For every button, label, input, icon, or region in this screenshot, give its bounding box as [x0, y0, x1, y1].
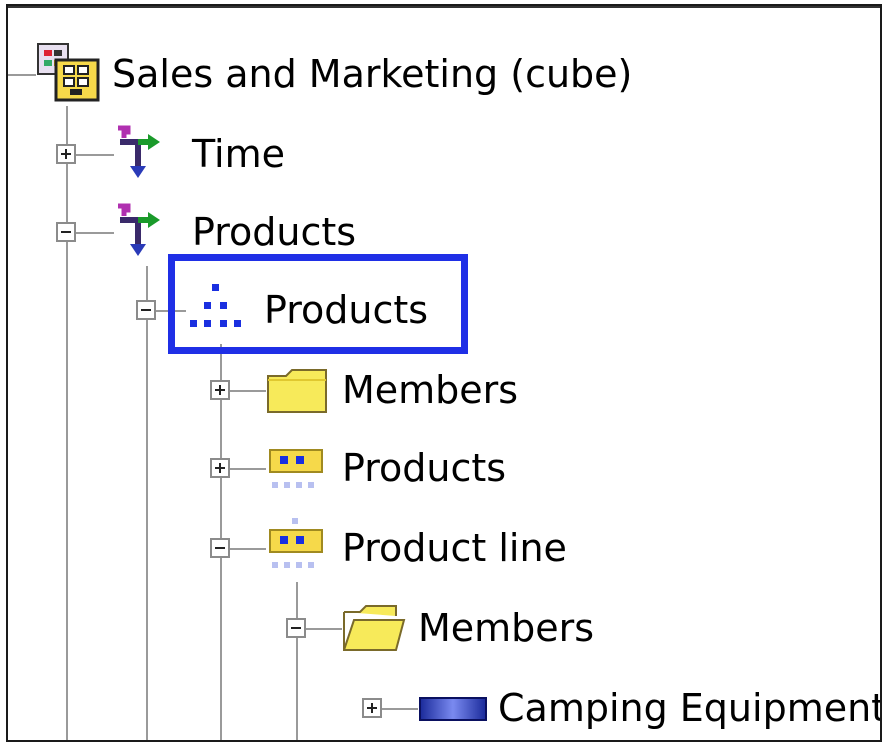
tree-node-label: Product line — [342, 526, 567, 570]
cube-icon — [37, 43, 100, 102]
level-icon — [269, 449, 323, 488]
tree-node-camping-equipment[interactable]: Camping Equipment — [8, 676, 880, 740]
tree-node-label: Sales and Marketing (cube) — [112, 52, 633, 96]
dimension-icon — [118, 125, 160, 178]
member-icon — [419, 697, 487, 721]
tree-node-cube[interactable]: Sales and Marketing (cube) — [8, 42, 708, 106]
expand-icon[interactable] — [362, 698, 382, 718]
metadata-tree-panel: Sales and Marketing (cube) Time Products… — [6, 4, 882, 742]
tree-node-members-open[interactable]: Members — [8, 596, 628, 660]
tree-node-label: Time — [192, 132, 285, 176]
tree-node-members[interactable]: Members — [8, 358, 568, 422]
tree-node-products-level[interactable]: Products — [8, 436, 568, 500]
folder-closed-icon — [267, 369, 327, 413]
tree-node-time[interactable]: Time — [8, 122, 408, 186]
tree-node-label: Products — [342, 446, 507, 490]
expand-icon[interactable] — [210, 380, 230, 400]
tree-node-product-line-level[interactable]: Product line — [8, 516, 628, 580]
tree-node-label: Members — [342, 368, 519, 412]
tree-node-products-dimension[interactable]: Products — [8, 200, 408, 264]
tree-node-label: Products — [264, 288, 429, 332]
collapse-icon[interactable] — [136, 300, 156, 320]
dimension-icon — [118, 203, 160, 256]
hierarchy-icon — [190, 284, 241, 327]
tree-node-label: Members — [418, 606, 595, 650]
metadata-tree: Sales and Marketing (cube) Time Products… — [8, 6, 880, 740]
tree-node-products-hierarchy[interactable]: Products — [8, 278, 468, 342]
collapse-icon[interactable] — [210, 538, 230, 558]
level-icon — [269, 518, 323, 568]
tree-node-label: Products — [192, 210, 357, 254]
tree-node-label: Camping Equipment — [498, 686, 882, 730]
collapse-icon[interactable] — [56, 222, 76, 242]
expand-icon[interactable] — [210, 458, 230, 478]
folder-open-icon — [343, 605, 406, 651]
expand-icon[interactable] — [56, 144, 76, 164]
collapse-icon[interactable] — [286, 618, 306, 638]
